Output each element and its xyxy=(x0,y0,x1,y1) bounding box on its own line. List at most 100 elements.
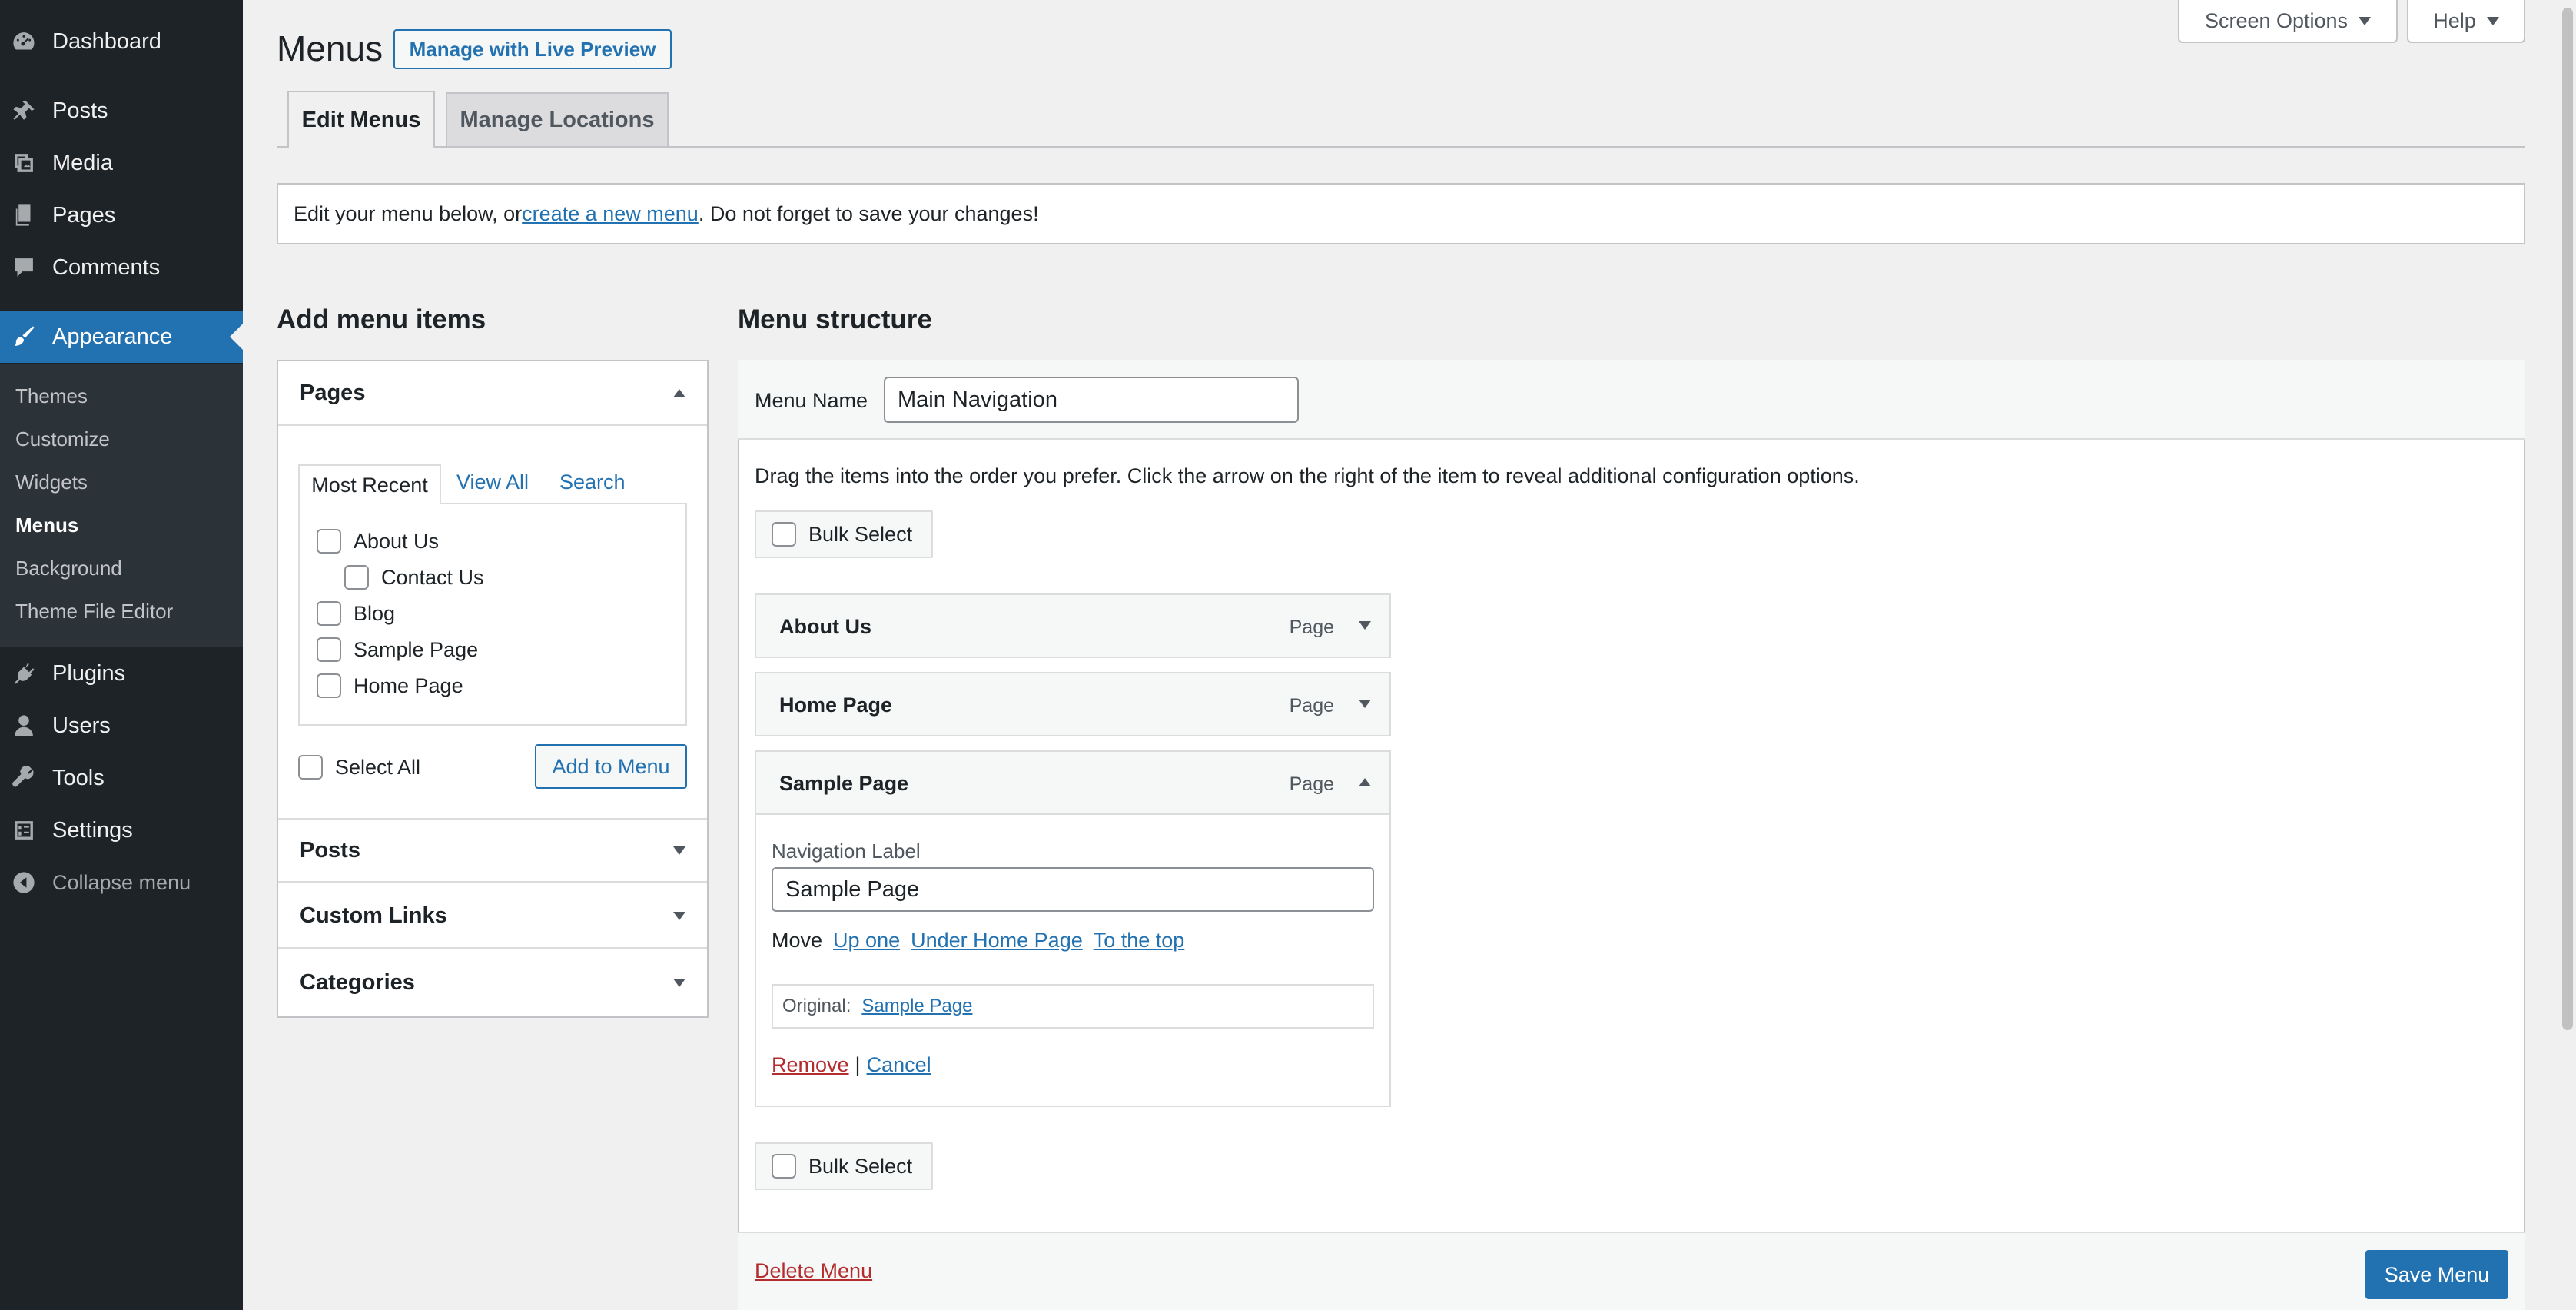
sidebar-item-users[interactable]: Users xyxy=(0,700,243,752)
submenu-item-themes[interactable]: Themes xyxy=(15,384,88,408)
sidebar-label: Plugins xyxy=(52,660,126,686)
sidebar-item-posts[interactable]: Posts xyxy=(0,85,243,137)
tab-view-all[interactable]: View All xyxy=(456,470,529,494)
user-icon xyxy=(11,713,37,739)
checkbox[interactable] xyxy=(298,755,323,780)
checkbox[interactable] xyxy=(317,529,341,554)
add-to-menu-button[interactable]: Add to Menu xyxy=(535,744,687,789)
submenu-item-theme-file-editor[interactable]: Theme File Editor xyxy=(15,600,173,623)
chevron-down-icon[interactable] xyxy=(1359,621,1371,630)
bulk-select-top[interactable]: Bulk Select xyxy=(755,510,933,558)
move-under-home-link[interactable]: Under Home Page xyxy=(911,929,1083,953)
menu-item-title: About Us xyxy=(779,615,871,638)
submenu-item-background[interactable]: Background xyxy=(15,557,122,580)
sidebar-item-settings[interactable]: Settings xyxy=(0,804,243,856)
settings-icon xyxy=(11,817,37,843)
sidebar-label: Appearance xyxy=(52,324,173,349)
menu-name-input[interactable]: Main Navigation xyxy=(884,377,1299,423)
checkbox[interactable] xyxy=(317,637,341,662)
chevron-down-icon[interactable] xyxy=(1359,700,1371,708)
move-label: Move xyxy=(772,929,823,952)
list-item[interactable]: Contact Us xyxy=(344,565,484,590)
menu-footer-bar xyxy=(738,1232,2525,1310)
navigation-label-input[interactable]: Sample Page xyxy=(772,867,1374,912)
save-menu-button[interactable]: Save Menu xyxy=(2365,1250,2508,1299)
remove-cancel-links: Remove | Cancel xyxy=(772,1053,931,1077)
page-title: Menus xyxy=(277,28,383,68)
help-button[interactable]: Help xyxy=(2407,0,2525,43)
menu-item-title: Sample Page xyxy=(779,772,909,795)
menu-item-about-us[interactable]: About Us Page xyxy=(755,593,1391,658)
original-page-link[interactable]: Sample Page xyxy=(861,996,972,1017)
list-item[interactable]: About Us xyxy=(317,529,439,554)
live-preview-button[interactable]: Manage with Live Preview xyxy=(393,29,672,69)
menu-name-label: Menu Name xyxy=(755,389,868,412)
chevron-down-icon xyxy=(2486,16,2499,25)
screen-options-button[interactable]: Screen Options xyxy=(2178,0,2398,43)
pushpin-icon xyxy=(11,98,37,124)
chevron-down-icon xyxy=(2359,16,2372,25)
list-item[interactable]: Blog xyxy=(317,601,395,626)
posts-section-header[interactable]: Posts xyxy=(278,818,707,883)
checkbox[interactable] xyxy=(772,522,796,547)
menu-item-sample-page[interactable]: Sample Page Page xyxy=(755,750,1391,815)
sidebar-item-plugins[interactable]: Plugins xyxy=(0,647,243,700)
pages-section-header[interactable]: Pages xyxy=(278,361,707,426)
tabs-divider xyxy=(277,146,2525,148)
chevron-up-icon[interactable] xyxy=(1359,778,1371,786)
appearance-submenu: Themes Customize Widgets Menus Backgroun… xyxy=(0,364,243,647)
tab-most-recent[interactable]: Most Recent xyxy=(298,464,441,504)
categories-section-header[interactable]: Categories xyxy=(278,950,707,1015)
admin-sidebar: Dashboard Posts Media Pages Comments App… xyxy=(0,0,243,1310)
sidebar-label: Media xyxy=(52,150,113,175)
checkbox[interactable] xyxy=(772,1154,796,1179)
scrollbar-thumb[interactable] xyxy=(2562,8,2573,1030)
submenu-item-customize[interactable]: Customize xyxy=(15,427,110,451)
sidebar-label: Comments xyxy=(52,254,161,280)
navigation-label-title: Navigation Label xyxy=(772,840,921,863)
list-item-label: About Us xyxy=(354,529,440,553)
list-item-label: Sample Page xyxy=(354,637,479,661)
custom-links-section-header[interactable]: Custom Links xyxy=(278,884,707,949)
sidebar-item-dashboard[interactable]: Dashboard xyxy=(0,15,243,68)
cancel-link[interactable]: Cancel xyxy=(867,1053,931,1077)
submenu-item-widgets[interactable]: Widgets xyxy=(15,470,88,494)
checkbox[interactable] xyxy=(317,673,341,698)
tab-manage-locations[interactable]: Manage Locations xyxy=(446,92,669,146)
checkbox[interactable] xyxy=(317,601,341,626)
select-all-checkbox[interactable]: Select All xyxy=(298,755,420,780)
current-menu-arrow xyxy=(230,324,243,350)
plugin-icon xyxy=(11,660,37,687)
drag-instructions: Drag the items into the order you prefer… xyxy=(755,464,1860,487)
menu-item-home-page[interactable]: Home Page Page xyxy=(755,672,1391,736)
sidebar-item-comments[interactable]: Comments xyxy=(0,241,243,294)
move-up-one-link[interactable]: Up one xyxy=(833,929,900,953)
comment-icon xyxy=(11,254,37,281)
create-new-menu-link[interactable]: create a new menu xyxy=(522,202,699,226)
original-box: Original: Sample Page xyxy=(772,984,1374,1029)
move-links: Move Up one Under Home Page To the top xyxy=(772,929,1184,953)
pages-section-title: Pages xyxy=(300,380,366,405)
collapse-menu-button[interactable]: Collapse menu xyxy=(0,856,243,909)
submenu-item-menus[interactable]: Menus xyxy=(15,514,78,537)
custom-links-section-title: Custom Links xyxy=(300,903,447,928)
list-item[interactable]: Sample Page xyxy=(317,637,478,662)
sidebar-label: Pages xyxy=(52,202,116,228)
list-item-label: Blog xyxy=(354,601,396,625)
sidebar-item-tools[interactable]: Tools xyxy=(0,752,243,804)
bulk-select-bottom[interactable]: Bulk Select xyxy=(755,1142,933,1190)
remove-link[interactable]: Remove xyxy=(772,1053,849,1077)
sidebar-label: Users xyxy=(52,713,111,738)
tab-search[interactable]: Search xyxy=(559,470,626,494)
list-item[interactable]: Home Page xyxy=(317,673,463,698)
sidebar-item-pages[interactable]: Pages xyxy=(0,189,243,241)
delete-menu-link[interactable]: Delete Menu xyxy=(755,1259,872,1283)
sidebar-label: Tools xyxy=(52,765,105,790)
menu-item-type: Page xyxy=(1289,695,1334,717)
move-to-top-link[interactable]: To the top xyxy=(1094,929,1185,953)
sidebar-item-media[interactable]: Media xyxy=(0,137,243,189)
paintbrush-icon xyxy=(11,324,37,350)
sidebar-item-appearance[interactable]: Appearance xyxy=(0,311,243,363)
tab-edit-menus[interactable]: Edit Menus xyxy=(287,91,435,148)
checkbox[interactable] xyxy=(344,565,369,590)
